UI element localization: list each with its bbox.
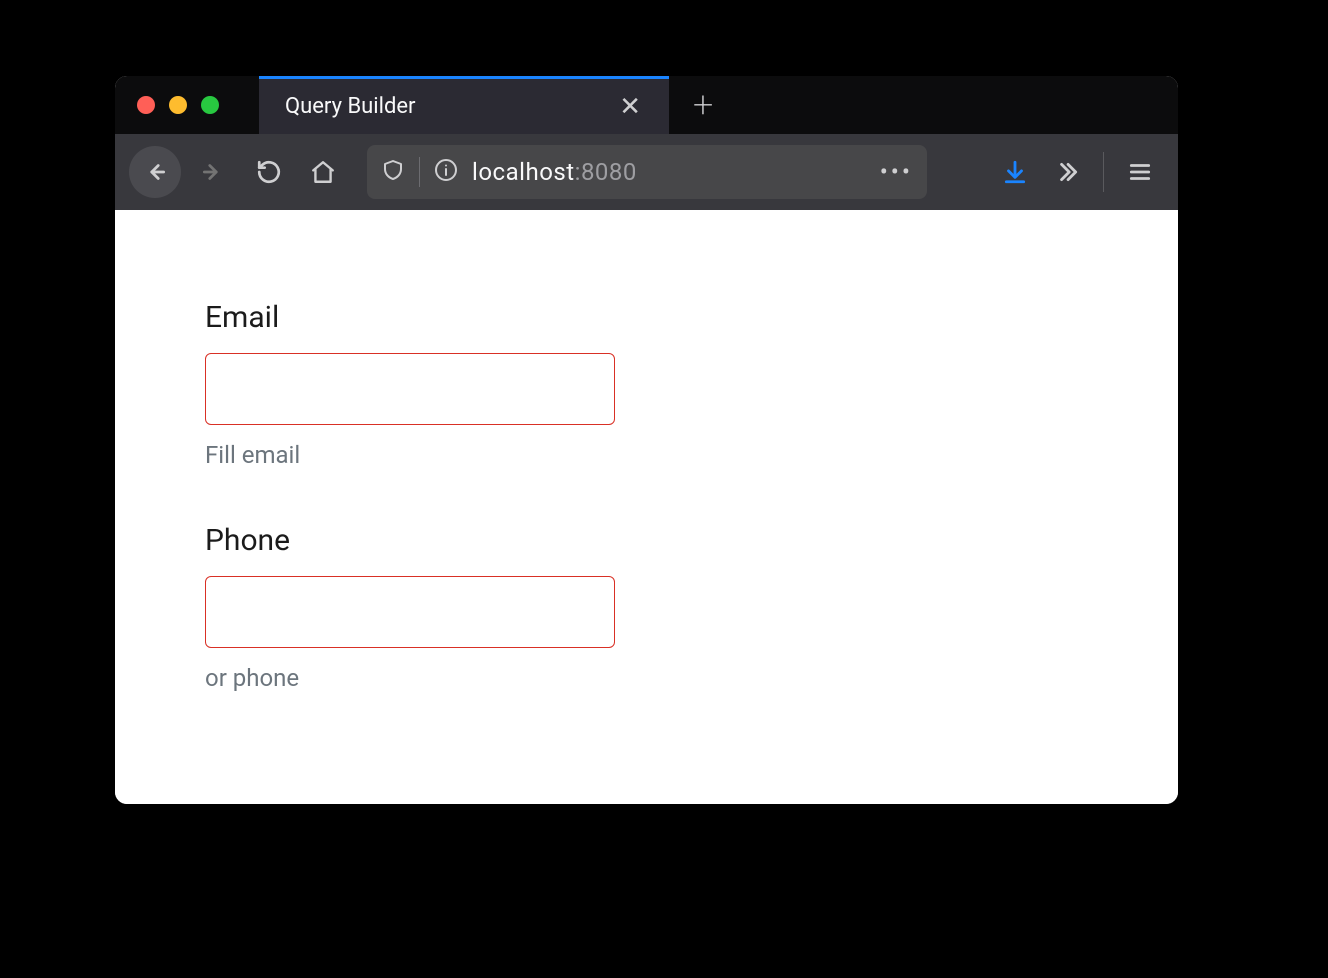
phone-input[interactable] bbox=[205, 576, 615, 648]
minimize-window-button[interactable] bbox=[169, 96, 187, 114]
toolbar-separator bbox=[1103, 152, 1104, 192]
browser-window: Query Builder ✕ + localhost:8080 bbox=[115, 76, 1178, 804]
email-hint: Fill email bbox=[205, 441, 1178, 469]
phone-field-group: Phone or phone bbox=[205, 523, 1178, 692]
shield-icon[interactable] bbox=[381, 158, 405, 186]
home-button[interactable] bbox=[299, 148, 347, 196]
reload-button[interactable] bbox=[245, 148, 293, 196]
chevrons-right-icon bbox=[1054, 159, 1080, 185]
arrow-right-icon bbox=[200, 159, 226, 185]
phone-label: Phone bbox=[205, 523, 1178, 558]
url-host: localhost bbox=[472, 158, 575, 186]
toolbar-right bbox=[991, 148, 1164, 196]
page-actions-button[interactable]: ••• bbox=[880, 158, 913, 186]
back-button[interactable] bbox=[129, 146, 181, 198]
email-field-group: Email Fill email bbox=[205, 300, 1178, 469]
info-icon[interactable] bbox=[434, 158, 458, 186]
browser-tab-active[interactable]: Query Builder ✕ bbox=[259, 76, 669, 134]
titlebar: Query Builder ✕ + bbox=[115, 76, 1178, 134]
home-icon bbox=[310, 159, 336, 185]
phone-hint: or phone bbox=[205, 664, 1178, 692]
menu-button[interactable] bbox=[1116, 148, 1164, 196]
close-tab-icon[interactable]: ✕ bbox=[611, 90, 649, 124]
arrow-left-icon bbox=[142, 159, 168, 185]
maximize-window-button[interactable] bbox=[201, 96, 219, 114]
forward-button[interactable] bbox=[187, 146, 239, 198]
downloads-button[interactable] bbox=[991, 148, 1039, 196]
browser-toolbar: localhost:8080 ••• bbox=[115, 134, 1178, 210]
address-bar[interactable]: localhost:8080 ••• bbox=[367, 145, 927, 199]
new-tab-button[interactable]: + bbox=[669, 87, 737, 123]
close-window-button[interactable] bbox=[137, 96, 155, 114]
window-controls bbox=[115, 76, 259, 134]
url-port: :8080 bbox=[575, 158, 637, 186]
overflow-button[interactable] bbox=[1043, 148, 1091, 196]
page-content: Email Fill email Phone or phone bbox=[115, 210, 1178, 804]
reload-icon bbox=[256, 159, 282, 185]
hamburger-icon bbox=[1127, 159, 1153, 185]
email-input[interactable] bbox=[205, 353, 615, 425]
tab-title: Query Builder bbox=[285, 94, 416, 119]
download-icon bbox=[1002, 159, 1028, 185]
url-text: localhost:8080 bbox=[472, 158, 637, 186]
email-label: Email bbox=[205, 300, 1178, 335]
urlbar-divider bbox=[419, 157, 420, 187]
